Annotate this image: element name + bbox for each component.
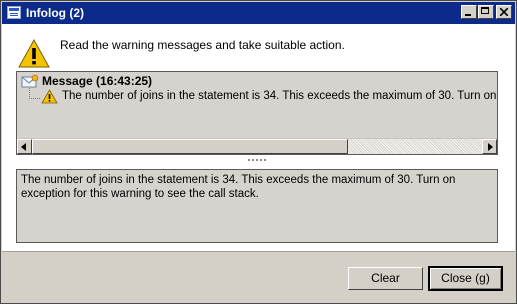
scrollbar-track[interactable] bbox=[348, 139, 482, 154]
app-icon bbox=[7, 6, 21, 19]
minimize-button[interactable] bbox=[461, 5, 477, 19]
message-node-title[interactable]: Message (16:43:25) bbox=[42, 74, 152, 88]
splitter-grip[interactable] bbox=[248, 159, 268, 163]
warning-icon bbox=[18, 38, 50, 68]
warning-message-item[interactable]: The number of joins in the statement is … bbox=[62, 89, 497, 103]
title-bar[interactable]: Infolog (2) bbox=[2, 2, 515, 24]
scroll-left-button[interactable] bbox=[17, 139, 32, 154]
infolog-window: Infolog (2) Read the warning messages an… bbox=[0, 0, 517, 304]
warning-icon bbox=[41, 89, 58, 104]
instruction-text: Read the warning messages and take suita… bbox=[60, 38, 345, 52]
button-bar: Clear Close (g) bbox=[2, 251, 515, 302]
scrollbar-thumb[interactable] bbox=[32, 139, 348, 154]
dialog-content: Read the warning messages and take suita… bbox=[2, 24, 515, 251]
horizontal-scrollbar[interactable] bbox=[17, 138, 497, 154]
close-button[interactable]: Close (g) bbox=[428, 266, 503, 291]
message-detail-text: The number of joins in the statement is … bbox=[16, 169, 498, 243]
close-window-button[interactable] bbox=[496, 5, 512, 19]
window-title: Infolog (2) bbox=[26, 6, 84, 20]
message-tree[interactable]: Message (16:43:25) The number of joins i… bbox=[16, 71, 498, 155]
close-icon bbox=[500, 8, 508, 16]
maximize-button[interactable] bbox=[478, 5, 494, 19]
clear-button[interactable]: Clear bbox=[348, 267, 423, 290]
scroll-right-button[interactable] bbox=[482, 139, 497, 154]
tree-connector bbox=[29, 88, 40, 99]
